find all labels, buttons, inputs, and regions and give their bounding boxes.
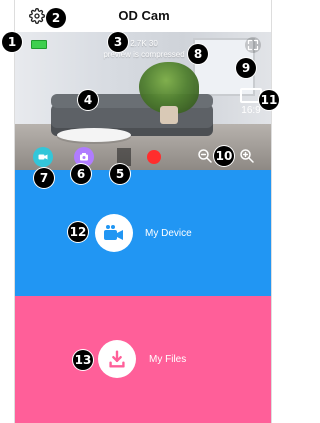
record-icon[interactable]: [147, 150, 161, 164]
fullscreen-icon[interactable]: [245, 37, 261, 53]
table-object: [57, 128, 131, 142]
my-files-section[interactable]: My Files: [15, 296, 271, 423]
camcorder-icon: [95, 214, 133, 252]
callout-7: 7: [34, 168, 54, 188]
resolution-label: 2.7K 30: [130, 39, 158, 48]
callout-10: 10: [214, 146, 234, 166]
phone-screen: OD Cam 2.7K 30 preview is compressed 16:…: [14, 0, 272, 423]
zoom-in-icon[interactable]: [237, 146, 257, 166]
download-icon: [98, 340, 136, 378]
preview-compressed-note: preview is compressed: [103, 50, 185, 59]
my-files-label: My Files: [149, 354, 187, 365]
callout-13: 13: [73, 350, 93, 370]
my-device-section[interactable]: My Device: [15, 170, 271, 296]
callout-4: 4: [78, 90, 98, 110]
callout-5: 5: [110, 164, 130, 184]
live-preview[interactable]: 2.7K 30 preview is compressed 16:9: [15, 32, 271, 170]
callout-2: 2: [46, 8, 66, 28]
zoom-out-icon[interactable]: [195, 146, 215, 166]
callout-12: 12: [68, 222, 88, 242]
callout-8: 8: [188, 44, 208, 64]
video-mode-icon[interactable]: [33, 147, 53, 167]
my-device-label: My Device: [145, 228, 192, 239]
callout-9: 9: [236, 58, 256, 78]
callout-6: 6: [71, 164, 91, 184]
pot-object: [160, 106, 178, 124]
callout-11: 11: [259, 90, 279, 110]
callout-1: 1: [2, 32, 22, 52]
callout-3: 3: [108, 32, 128, 52]
